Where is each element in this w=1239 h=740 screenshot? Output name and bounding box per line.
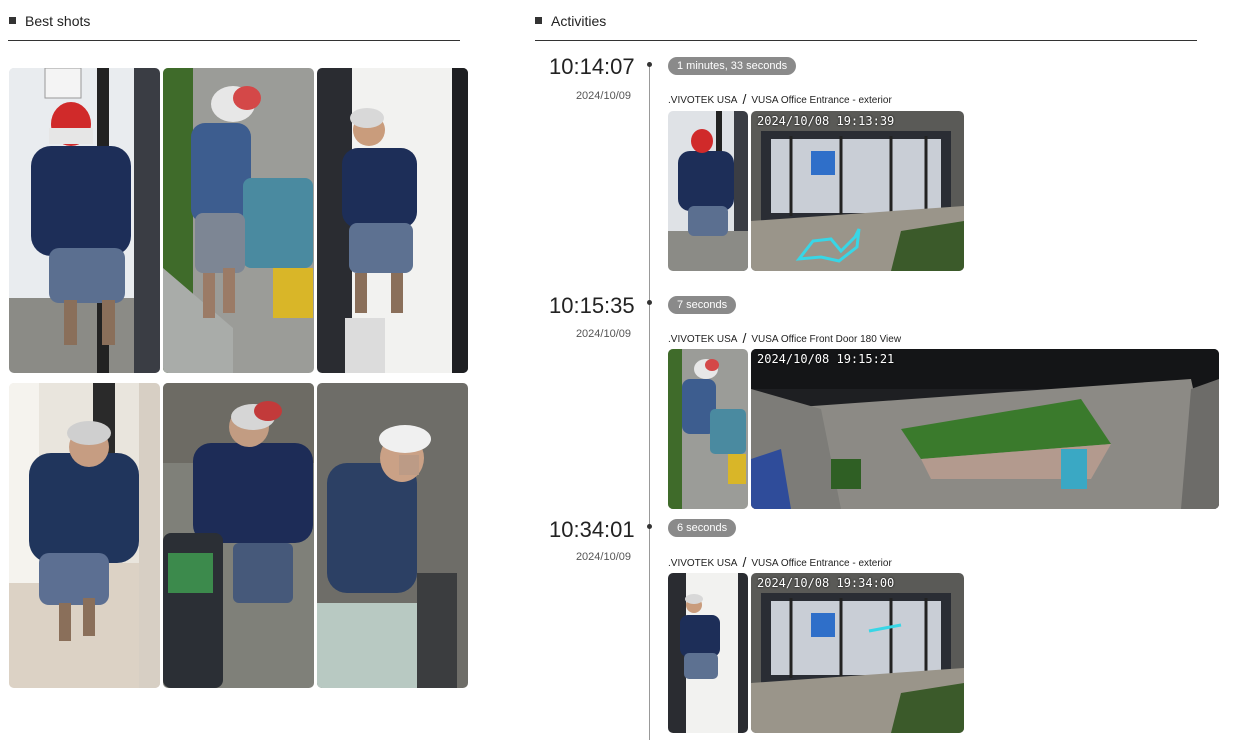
activities-title: Activities (551, 13, 607, 29)
activity-date: 2024/10/09 (575, 328, 631, 340)
org-name: .VIVOTEK USA (668, 334, 738, 345)
best-shots-divider (8, 40, 460, 41)
camera-frame[interactable]: 2024/10/08 19:34:00 (751, 573, 964, 733)
timeline-line (649, 64, 650, 740)
activities-divider (535, 40, 1197, 41)
camera-timestamp: 2024/10/08 19:15:21 (757, 352, 895, 366)
activity-time: 10:14:07 (549, 54, 635, 79)
activity-time: 10:34:01 (549, 517, 635, 542)
activity-location: .VIVOTEK USA / VUSA Office Front Door 180 … (668, 329, 901, 346)
best-shot-image[interactable] (9, 383, 160, 688)
camera-frame[interactable]: 2024/10/08 19:15:21 (751, 349, 1219, 509)
activity-time: 10:15:35 (549, 293, 635, 318)
slash-separator: / (742, 554, 747, 570)
activity-location: .VIVOTEK USA / VUSA Office Entrance - exte… (668, 553, 892, 570)
slash-separator: / (742, 91, 747, 107)
camera-timestamp: 2024/10/08 19:13:39 (757, 114, 895, 128)
org-name: .VIVOTEK USA (668, 95, 738, 106)
duration-badge: 7 seconds (668, 296, 737, 314)
camera-name[interactable]: VUSA Office Front Door 180 View (751, 334, 901, 345)
square-bullet-icon (535, 16, 542, 24)
best-shots-header: Best shots (9, 13, 90, 29)
activities-header: Activities (535, 13, 606, 29)
activity-snapshot[interactable] (668, 349, 748, 509)
best-shot-image[interactable] (317, 68, 468, 373)
activity-date: 2024/10/09 (575, 551, 631, 563)
best-shot-image[interactable] (163, 68, 314, 373)
camera-timestamp: 2024/10/08 19:34:00 (757, 576, 895, 590)
timeline-dot (647, 62, 652, 67)
activity-location: .VIVOTEK USA / VUSA Office Entrance - exte… (668, 90, 892, 107)
square-bullet-icon (9, 16, 16, 24)
timeline-dot (647, 300, 652, 305)
slash-separator: / (742, 330, 747, 346)
duration-badge: 6 seconds (668, 519, 737, 537)
best-shots-title: Best shots (25, 13, 91, 29)
activity-snapshot[interactable] (668, 111, 748, 271)
duration-badge: 1 minutes, 33 seconds (668, 57, 797, 75)
camera-frame[interactable]: 2024/10/08 19:13:39 (751, 111, 964, 271)
activity-date: 2024/10/09 (575, 90, 631, 102)
timeline-dot (647, 524, 652, 529)
best-shot-image[interactable] (9, 68, 160, 373)
best-shot-image[interactable] (163, 383, 314, 688)
activity-snapshot[interactable] (668, 573, 748, 733)
camera-name[interactable]: VUSA Office Entrance - exterior (751, 558, 891, 569)
best-shot-image[interactable] (317, 383, 468, 688)
camera-name[interactable]: VUSA Office Entrance - exterior (751, 95, 891, 106)
org-name: .VIVOTEK USA (668, 558, 738, 569)
